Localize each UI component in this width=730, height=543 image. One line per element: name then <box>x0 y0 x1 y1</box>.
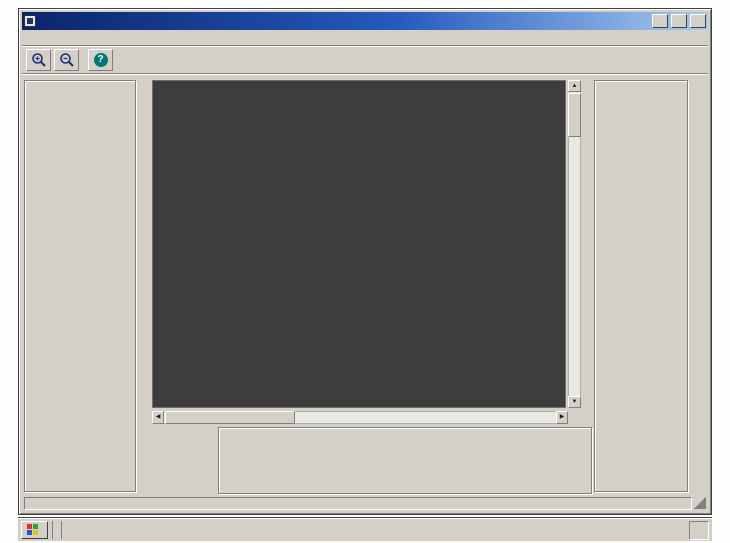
app-window: ? ▲ ▼ ◀ ▶ <box>18 8 712 515</box>
scroll-up-button[interactable]: ▲ <box>568 80 581 92</box>
menu-bar <box>22 30 708 46</box>
trend-chart[interactable] <box>152 80 566 408</box>
minimize-button[interactable] <box>652 14 668 28</box>
task-buttons <box>66 521 685 540</box>
status-bar <box>22 495 708 511</box>
scroll-down-button[interactable]: ▼ <box>568 396 581 408</box>
toolbar: ? <box>22 46 708 73</box>
scroll-right-button[interactable]: ▶ <box>556 411 568 424</box>
zoom-out-icon <box>59 52 75 68</box>
horizontal-scroll-thumb[interactable] <box>165 411 295 424</box>
windows-logo-icon <box>27 524 39 536</box>
start-button[interactable] <box>21 521 48 539</box>
chart-y-axis <box>134 80 151 410</box>
indoor-panel <box>218 427 592 494</box>
title-bar[interactable] <box>22 12 708 30</box>
close-button[interactable] <box>690 14 706 28</box>
help-button[interactable]: ? <box>88 49 113 71</box>
taskbar <box>18 518 712 541</box>
resize-grip[interactable] <box>694 497 706 509</box>
desktop: ? ▲ ▼ ◀ ▶ <box>0 0 730 543</box>
client-area: ▲ ▼ ◀ ▶ <box>22 73 708 495</box>
zoom-in-icon <box>31 52 47 68</box>
status-text <box>24 497 692 510</box>
vertical-scroll-thumb[interactable] <box>568 93 581 137</box>
zoom-in-button[interactable] <box>26 49 51 71</box>
maximize-button[interactable] <box>671 14 687 28</box>
chart-horizontal-scrollbar[interactable]: ◀ ▶ <box>152 411 568 424</box>
scroll-left-button[interactable]: ◀ <box>152 411 164 424</box>
system-tray <box>689 521 709 540</box>
quick-launch-bar <box>52 521 62 539</box>
app-icon <box>24 15 36 27</box>
help-icon: ? <box>94 53 108 67</box>
outdoor-panel <box>24 80 136 492</box>
chart-vertical-scrollbar[interactable]: ▲ ▼ <box>568 80 581 408</box>
custom-curve-panel <box>594 80 688 492</box>
zoom-out-button[interactable] <box>54 49 79 71</box>
